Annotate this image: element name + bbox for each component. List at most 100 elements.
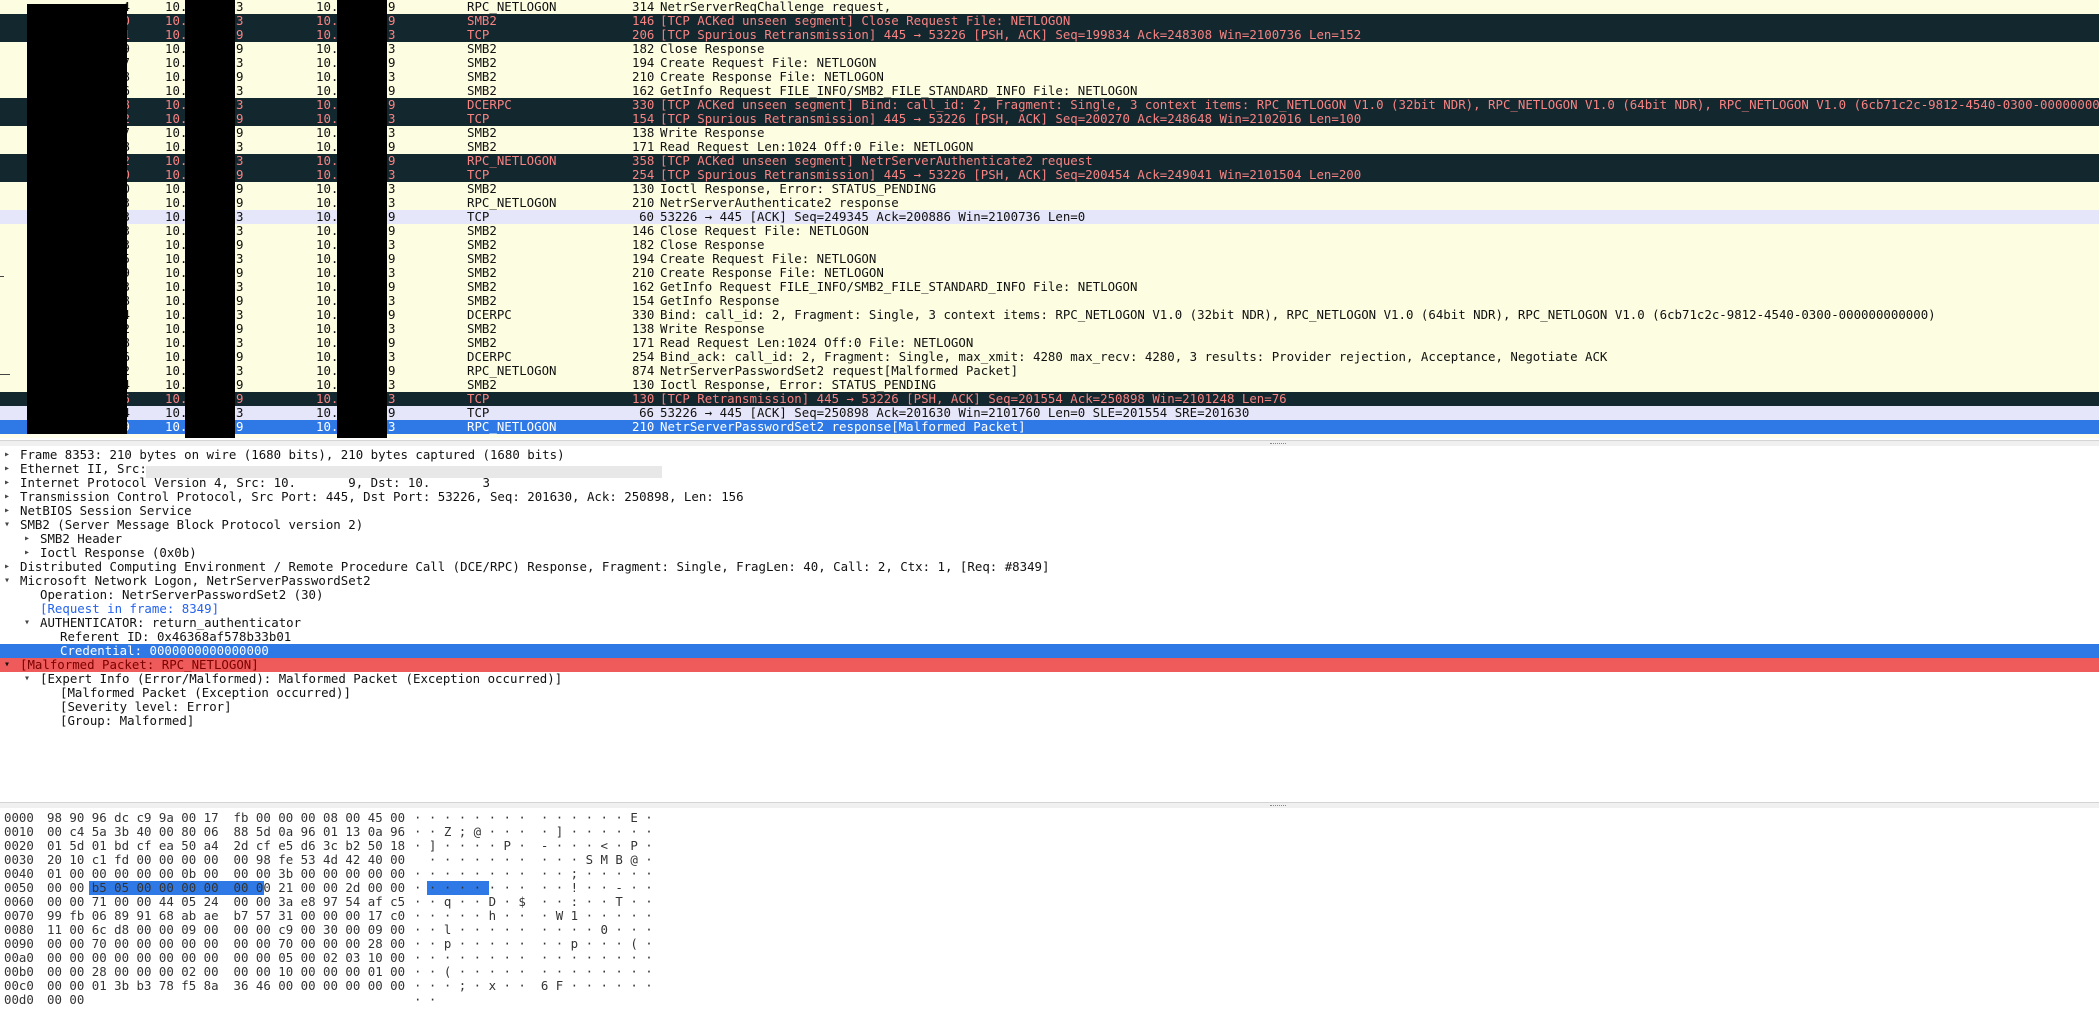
- packet-row[interactable]: 610.910.3DCERPC254Bind_ack: call_id: 2, …: [0, 350, 2099, 364]
- info: GetInfo Request FILE_INFO/SMB2_FILE_STAN…: [660, 83, 1138, 98]
- packet-row[interactable]: 410.310.9RPC_NETLOGON314NetrServerReqCha…: [0, 0, 2099, 14]
- expand-arrow-icon[interactable]: ▾: [2, 658, 12, 672]
- detail-tree-row[interactable]: ▸ Ioctl Response (0x0b): [0, 546, 2099, 560]
- packet-row[interactable]: 510.310.9SMB2194Create Request File: NET…: [0, 252, 2099, 266]
- packet-row[interactable]: 310.310.9SMB2162GetInfo Request FILE_INF…: [0, 280, 2099, 294]
- hex-bytes: 00 00 01 3b b3 78 f5 8a 36 46 00 00 00 0…: [47, 978, 406, 993]
- packet-row[interactable]: 810.310.9SMB2171Read Request Len:1024 Of…: [0, 140, 2099, 154]
- detail-tree-row[interactable]: ▾ [Malformed Packet: RPC_NETLOGON]: [0, 658, 2099, 672]
- packet-row[interactable]: 210.910.3SMB2138Write Response: [0, 322, 2099, 336]
- packet-row[interactable]: 410.910.3SMB2130Ioctl Response, Error: S…: [0, 378, 2099, 392]
- detail-tree-row[interactable]: ▸ Internet Protocol Version 4, Src: 10. 9…: [0, 476, 2099, 490]
- expand-arrow-icon[interactable]: ▾: [2, 574, 12, 588]
- source-address-suffix: 3: [236, 363, 244, 378]
- hex-row[interactable]: 00a0 00 00 00 00 00 00 00 00 00 00 05 00 …: [0, 951, 2099, 965]
- detail-tree-row[interactable]: ▸ SMB2 Header: [0, 532, 2099, 546]
- hex-row[interactable]: 0020 01 5d 01 bd cf ea 50 a4 2d cf e5 d6 …: [0, 839, 2099, 853]
- expand-arrow-icon[interactable]: ▾: [2, 518, 12, 532]
- hex-row[interactable]: 0010 00 c4 5a 3b 40 00 80 06 88 5d 0a 96 …: [0, 825, 2099, 839]
- detail-tree-row[interactable]: ▾ SMB2 (Server Message Block Protocol ver…: [0, 518, 2099, 532]
- packet-row[interactable]: 610.310.9SMB2162GetInfo Request FILE_INF…: [0, 84, 2099, 98]
- expand-arrow-icon[interactable]: ▸: [2, 504, 12, 518]
- hex-row[interactable]: 00b0 00 00 28 00 00 00 02 00 00 00 10 00 …: [0, 965, 2099, 979]
- detail-tree-row[interactable]: [Malformed Packet (Exception occurred)]: [0, 686, 2099, 700]
- expand-arrow-icon[interactable]: ▸: [2, 560, 12, 574]
- expand-arrow-icon[interactable]: ▸: [2, 448, 12, 462]
- hex-row[interactable]: 0000 98 90 96 dc c9 9a 00 17 fb 00 00 00 …: [0, 811, 2099, 825]
- destination-address: 10.: [316, 0, 339, 14]
- packet-row[interactable]: 410.310.9TCP6653226 → 445 [ACK] Seq=2508…: [0, 406, 2099, 420]
- length: 60: [639, 209, 654, 224]
- packet-row[interactable]: 310.310.9SMB2146Close Request File: NETL…: [0, 224, 2099, 238]
- destination-address: 10.: [316, 363, 339, 378]
- packet-row[interactable]: 010.910.3TCP254[TCP Spurious Retransmiss…: [0, 168, 2099, 182]
- detail-tree-row[interactable]: ▸ Frame 8353: 210 bytes on wire (1680 bit…: [0, 448, 2099, 462]
- packet-row[interactable]: 810.910.3SMB2154GetInfo Response: [0, 294, 2099, 308]
- hex-row[interactable]: 0070 99 fb 06 89 91 68 ab ae b7 57 31 00 …: [0, 909, 2099, 923]
- hex-row[interactable]: 0090 00 00 70 00 00 00 00 00 00 00 70 00 …: [0, 937, 2099, 951]
- packet-row[interactable]: 210.310.9RPC_NETLOGON358[TCP ACKed unsee…: [0, 154, 2099, 168]
- packet-row[interactable]: 910.910.3SMB2210Create Response File: NE…: [0, 266, 2099, 280]
- expand-arrow-icon[interactable]: ▸: [22, 546, 32, 560]
- detail-tree-row[interactable]: ▾ AUTHENTICATOR: return_authenticator: [0, 616, 2099, 630]
- detail-tree-row[interactable]: ▸ Distributed Computing Environment / Rem…: [0, 560, 2099, 574]
- packet-row[interactable]: 310.310.9TCP6053226 → 445 [ACK] Seq=2493…: [0, 210, 2099, 224]
- destination-address-suffix: 3: [388, 125, 396, 140]
- detail-tree-row[interactable]: [Request in frame: 8349]: [0, 602, 2099, 616]
- packet-row[interactable]: 310.910.3RPC_NETLOGON210NetrServerAuthen…: [0, 196, 2099, 210]
- packet-row[interactable]: 810.910.3SMB2210Create Response File: NE…: [0, 70, 2099, 84]
- hex-row[interactable]: 0050 00 00 b5 05 00 00 00 00 00 00 21 00 …: [0, 881, 2099, 895]
- expand-arrow-icon[interactable]: ▾: [22, 616, 32, 630]
- detail-tree-row[interactable]: Operation: NetrServerPasswordSet2 (30): [0, 588, 2099, 602]
- expand-arrow-icon[interactable]: ▸: [22, 532, 32, 546]
- ascii-bytes: · · · · · · · · · · S M B @ ·: [414, 852, 653, 867]
- packet-row[interactable]: 110.910.3TCP206[TCP Spurious Retransmiss…: [0, 28, 2099, 42]
- detail-tree-row[interactable]: ▾ [Expert Info (Error/Malformed): Malform…: [0, 672, 2099, 686]
- info: GetInfo Request FILE_INFO/SMB2_FILE_STAN…: [660, 279, 1138, 294]
- packet-list-pane[interactable]: 410.310.9RPC_NETLOGON314NetrServerReqCha…: [0, 0, 2099, 438]
- protocol: TCP: [467, 405, 490, 420]
- hex-row[interactable]: 0060 00 00 71 00 00 44 05 24 00 00 3a e8 …: [0, 895, 2099, 909]
- packet-row[interactable]: 210.910.3TCP154[TCP Spurious Retransmiss…: [0, 112, 2099, 126]
- packet-row[interactable]: 810.310.9SMB2171Read Request Len:1024 Of…: [0, 336, 2099, 350]
- destination-address: 10.: [316, 349, 339, 364]
- packet-row[interactable]: 910.910.3SMB2182Close Response: [0, 42, 2099, 56]
- destination-address-suffix: 3: [388, 27, 396, 42]
- expand-arrow-icon[interactable]: ▸: [2, 490, 12, 504]
- detail-tree-row[interactable]: [Group: Malformed]: [0, 714, 2099, 728]
- packet-row[interactable]: 210.310.9RPC_NETLOGON874NetrServerPasswo…: [0, 364, 2099, 378]
- packet-row[interactable]: 910.910.3RPC_NETLOGON210NetrServerPasswo…: [0, 420, 2099, 434]
- packet-row[interactable]: 010.910.3SMB2130Ioctl Response, Error: S…: [0, 182, 2099, 196]
- packet-row[interactable]: 710.310.9SMB2194Create Request File: NET…: [0, 56, 2099, 70]
- detail-tree-row[interactable]: Credential: 0000000000000000: [0, 644, 2099, 658]
- source-address-suffix: 9: [236, 265, 244, 280]
- packet-row[interactable]: 410.310.9DCERPC330Bind: call_id: 2, Frag…: [0, 308, 2099, 322]
- info: [TCP ACKed unseen segment] NetrServerAut…: [660, 153, 1093, 168]
- detail-tree-row[interactable]: ▸ Transmission Control Protocol, Src Port…: [0, 490, 2099, 504]
- info: NetrServerReqChallenge request,: [660, 0, 892, 14]
- hex-row[interactable]: 00d0 00 00 · ·: [0, 993, 2099, 1007]
- destination-address: 10.: [316, 419, 339, 434]
- expand-arrow-icon[interactable]: ▾: [22, 672, 32, 686]
- hex-offset: 0070: [4, 908, 34, 923]
- packet-row[interactable]: 310.910.3SMB2182Close Response: [0, 238, 2099, 252]
- destination-address: 10.: [316, 209, 339, 224]
- packet-row[interactable]: 710.910.3SMB2138Write Response: [0, 126, 2099, 140]
- detail-tree-row[interactable]: ▸ NetBIOS Session Service: [0, 504, 2099, 518]
- packet-bytes-pane[interactable]: 0000 98 90 96 dc c9 9a 00 17 fb 00 00 00 …: [0, 808, 2099, 1018]
- hex-row[interactable]: 0040 01 00 00 00 00 00 0b 00 00 00 3b 00 …: [0, 867, 2099, 881]
- source-address-suffix: 3: [236, 153, 244, 168]
- detail-tree-row[interactable]: Referent ID: 0x46368af578b33b01: [0, 630, 2099, 644]
- expand-arrow-icon[interactable]: ▸: [2, 462, 12, 476]
- hex-row[interactable]: 0080 11 00 6c d8 00 00 09 00 00 00 c9 00 …: [0, 923, 2099, 937]
- packet-row[interactable]: 810.310.9DCERPC330[TCP ACKed unseen segm…: [0, 98, 2099, 112]
- detail-tree-row[interactable]: [Severity level: Error]: [0, 700, 2099, 714]
- packet-details-pane[interactable]: ▸ Frame 8353: 210 bytes on wire (1680 bit…: [0, 446, 2099, 802]
- packet-row[interactable]: 610.910.3TCP130[TCP Retransmission] 445 …: [0, 392, 2099, 406]
- hex-row[interactable]: 00c0 00 00 01 3b b3 78 f5 8a 36 46 00 00 …: [0, 979, 2099, 993]
- detail-tree-row[interactable]: ▾ Microsoft Network Logon, NetrServerPass…: [0, 574, 2099, 588]
- hex-row[interactable]: 0030 20 10 c1 fd 00 00 00 00 00 98 fe 53 …: [0, 853, 2099, 867]
- expand-arrow-icon[interactable]: ▸: [2, 476, 12, 490]
- packet-row[interactable]: 010.310.9SMB2146[TCP ACKed unseen segmen…: [0, 14, 2099, 28]
- protocol: SMB2: [467, 125, 497, 140]
